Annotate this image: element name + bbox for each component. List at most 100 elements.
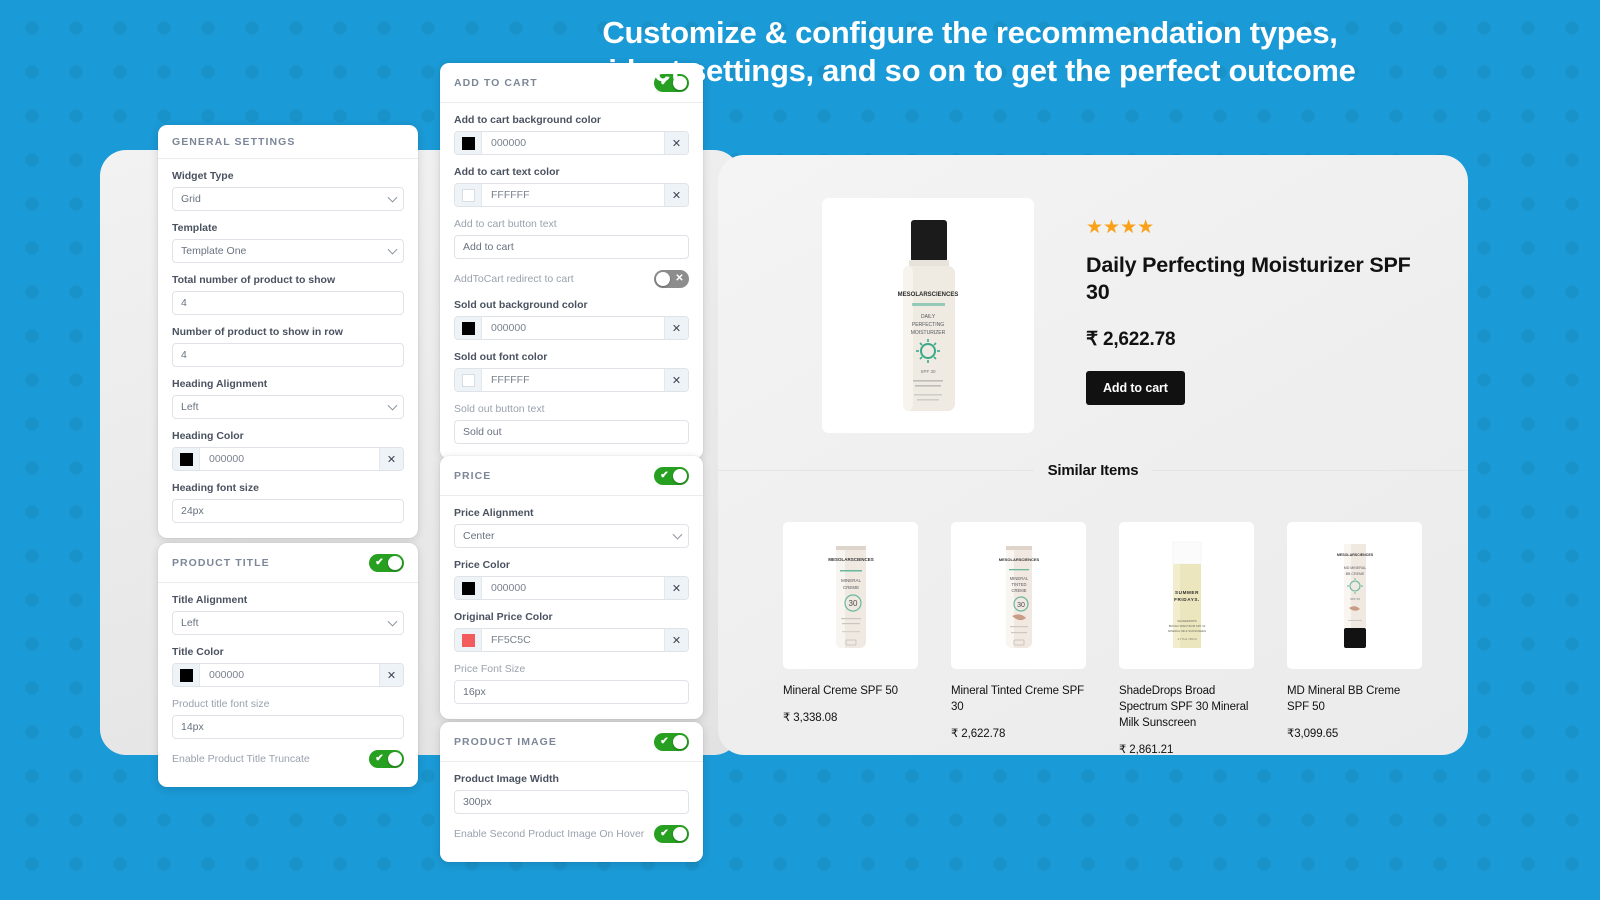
hero-product-image: MESOLARSCIENCES DAILY PERFECTING MOISTUR…	[822, 198, 1034, 433]
card-title-general-settings: GENERAL SETTINGS	[172, 136, 296, 148]
value-price-font-size: 16px	[463, 686, 486, 698]
value-products-in-row: 4	[181, 349, 187, 361]
colorfield-soldout-font-color[interactable]: FFFFFF ✕	[454, 368, 689, 392]
input-product-image-width[interactable]: 300px	[454, 790, 689, 814]
label-widget-type: Widget Type	[172, 170, 234, 182]
divider-left	[718, 470, 1034, 471]
similar-item-image: SUMMER FRIDAYS. SHADEDROPS BROAD SPECTRU…	[1119, 522, 1254, 669]
color-swatch-button-title[interactable]	[173, 664, 200, 686]
colorfield-price-color[interactable]: 000000 ✕	[454, 576, 689, 600]
clear-icon[interactable]: ✕	[379, 448, 403, 470]
similar-items-title: Similar Items	[1047, 462, 1139, 479]
svg-text:30: 30	[1017, 602, 1025, 609]
similar-item-card[interactable]: MESOLARSCIENCES MINERAL TINTED CREME 30 …	[951, 522, 1086, 756]
similar-item-card[interactable]: MESOLARSCIENCES MD MINERAL BB CREME SPF …	[1287, 522, 1422, 756]
label-heading-font-size: Heading font size	[172, 482, 259, 494]
input-title-font-size[interactable]: 14px	[172, 715, 404, 739]
similar-item-card[interactable]: MESOLARSCIENCES MINERAL CREME 30 Mineral…	[783, 522, 918, 756]
clear-icon[interactable]: ✕	[664, 317, 688, 339]
input-price-font-size[interactable]: 16px	[454, 680, 689, 704]
toggle-product-image[interactable]: ✔	[654, 733, 689, 751]
similar-item-card[interactable]: SUMMER FRIDAYS. SHADEDROPS BROAD SPECTRU…	[1119, 522, 1254, 756]
colorfield-title-color[interactable]: 000000 ✕	[172, 663, 404, 687]
svg-text:CREME: CREME	[1011, 588, 1026, 593]
hero-product-title: Daily Perfecting Moisturizer SPF 30	[1086, 253, 1411, 305]
color-swatch-button-original-price[interactable]	[455, 629, 482, 651]
label-title-font-size: Product title font size	[172, 698, 270, 710]
row-second-image-hover: Enable Second Product Image On Hover ✔	[454, 825, 689, 843]
select-template[interactable]: Template One	[172, 239, 404, 263]
value-soldout-button-text: Sold out	[463, 426, 502, 438]
chevron-down-icon	[387, 616, 398, 627]
toggle-title-truncate[interactable]: ✔	[369, 750, 404, 768]
colorfield-original-price-color[interactable]: FF5C5C ✕	[454, 628, 689, 652]
value-title-font-size: 14px	[181, 721, 204, 733]
color-swatch-heading	[179, 452, 193, 466]
label-price-font-size: Price Font Size	[454, 663, 526, 675]
toggle-product-title[interactable]: ✔	[369, 554, 404, 572]
similar-item-name: Mineral Tinted Creme SPF 30	[951, 685, 1085, 713]
clear-icon[interactable]: ✕	[664, 184, 688, 206]
colorfield-cart-bg-color[interactable]: 000000 ✕	[454, 131, 689, 155]
svg-text:30: 30	[848, 599, 857, 608]
color-swatch-button-heading[interactable]	[173, 448, 200, 470]
toggle-check-icon: ✔	[660, 470, 669, 481]
toggle-second-image-hover[interactable]: ✔	[654, 825, 689, 843]
input-total-products[interactable]: 4	[172, 291, 404, 315]
color-swatch-button-soldout-font[interactable]	[455, 369, 482, 391]
color-swatch-title	[179, 668, 193, 682]
clear-icon[interactable]: ✕	[664, 132, 688, 154]
toggle-check-icon: ✔	[375, 557, 384, 568]
toggle-price[interactable]: ✔	[654, 467, 689, 485]
clear-icon[interactable]: ✕	[379, 664, 403, 686]
color-swatch-button-cart-text[interactable]	[455, 184, 482, 206]
select-title-alignment[interactable]: Left	[172, 611, 404, 635]
value-total-products: 4	[181, 297, 187, 309]
color-swatch-cart-bg	[461, 136, 475, 150]
svg-text:DAILY: DAILY	[920, 314, 935, 320]
color-swatch-button-cart-bg[interactable]	[455, 132, 482, 154]
chevron-down-icon	[387, 244, 398, 255]
card-general-settings: GENERAL SETTINGS Widget Type Grid Templa…	[158, 125, 418, 538]
select-heading-alignment[interactable]: Left	[172, 395, 404, 419]
value-price-color: 000000	[491, 582, 527, 594]
label-cart-text-color: Add to cart text color	[454, 166, 560, 178]
clear-icon[interactable]: ✕	[664, 577, 688, 599]
input-soldout-button-text[interactable]: Sold out	[454, 420, 689, 444]
svg-text:MD MINERAL: MD MINERAL	[1343, 566, 1366, 570]
select-price-alignment[interactable]: Center	[454, 524, 689, 548]
svg-text:MESOLARSCIENCES: MESOLARSCIENCES	[897, 292, 958, 298]
colorfield-heading-color[interactable]: 000000 ✕	[172, 447, 404, 471]
svg-text:MESOLARSCIENCES: MESOLARSCIENCES	[998, 557, 1039, 562]
color-swatch-button-price[interactable]	[455, 577, 482, 599]
toggle-knob	[673, 827, 687, 841]
svg-text:FRIDAYS.: FRIDAYS.	[1174, 597, 1200, 602]
input-heading-font-size[interactable]: 24px	[172, 499, 404, 523]
value-cart-bg-color: 000000	[491, 137, 527, 149]
value-cart-button-text: Add to cart	[463, 241, 514, 253]
color-swatch-button-soldout-bg[interactable]	[455, 317, 482, 339]
clear-icon[interactable]: ✕	[664, 369, 688, 391]
hero-add-to-cart-button[interactable]: Add to cart	[1086, 370, 1185, 405]
label-template: Template	[172, 222, 218, 234]
toggle-knob	[673, 735, 687, 749]
colorfield-soldout-bg-color[interactable]: 000000 ✕	[454, 316, 689, 340]
svg-text:SPF 50: SPF 50	[1349, 597, 1359, 601]
clear-icon[interactable]: ✕	[664, 629, 688, 651]
input-products-in-row[interactable]: 4	[172, 343, 404, 367]
card-title-product-image: PRODUCT IMAGE	[454, 736, 557, 748]
toggle-cart-redirect[interactable]: ✕	[654, 270, 689, 288]
select-widget-type[interactable]: Grid	[172, 187, 404, 211]
value-heading-color: 000000	[209, 453, 245, 465]
card-add-to-cart: ADD TO CART ✔ Add to cart background col…	[440, 63, 703, 459]
colorfield-cart-text-color[interactable]: FFFFFF ✕	[454, 183, 689, 207]
chevron-down-icon	[387, 400, 398, 411]
input-cart-button-text[interactable]: Add to cart	[454, 235, 689, 259]
value-title-alignment: Left	[181, 617, 199, 629]
toggle-check-icon: ✔	[660, 828, 669, 839]
chevron-down-icon	[387, 192, 398, 203]
card-price: PRICE ✔ Price Alignment Center Price Col…	[440, 456, 703, 719]
moisturizer-bottle-illustration: MESOLARSCIENCES DAILY PERFECTING MOISTUR…	[897, 220, 958, 411]
svg-text:TINTED: TINTED	[1011, 582, 1026, 587]
similar-item-image: MESOLARSCIENCES MINERAL TINTED CREME 30	[951, 522, 1086, 669]
